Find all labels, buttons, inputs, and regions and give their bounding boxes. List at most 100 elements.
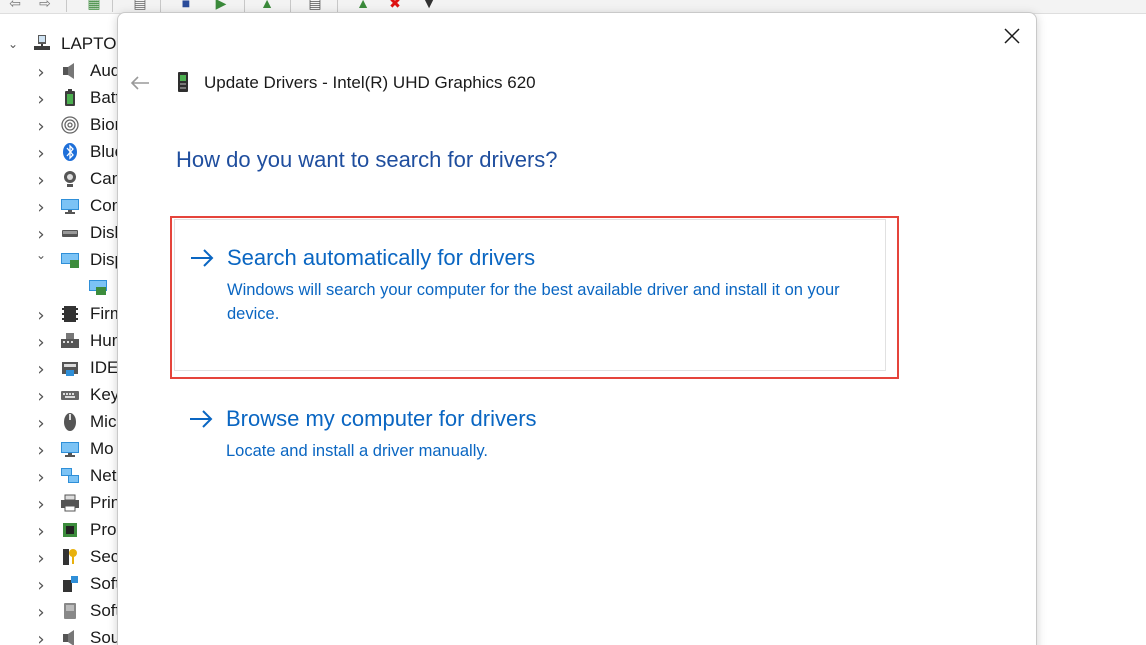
tree-item[interactable]: › Key bbox=[0, 381, 118, 408]
tree-item[interactable]: › Sou bbox=[0, 624, 118, 645]
chevron-right-icon[interactable]: › bbox=[35, 548, 47, 569]
processor-icon bbox=[63, 523, 77, 537]
action-pane-icon[interactable]: ▶ bbox=[210, 0, 232, 12]
show-hide-tree-icon[interactable]: ▦ bbox=[83, 0, 105, 12]
display-adapter-icon bbox=[61, 253, 79, 268]
chevron-right-icon[interactable]: › bbox=[35, 170, 47, 191]
update-drivers-dialog: Update Drivers - Intel(R) UHD Graphics 6… bbox=[117, 12, 1037, 645]
chevron-right-icon[interactable]: › bbox=[35, 332, 47, 353]
back-button[interactable] bbox=[126, 69, 154, 97]
chevron-down-icon[interactable]: ⌄ bbox=[35, 248, 47, 262]
tree-item[interactable]: › Pro bbox=[0, 516, 118, 543]
forward-arrow-icon[interactable]: ⇨ bbox=[34, 0, 56, 12]
computer-icon bbox=[34, 35, 50, 50]
tree-item[interactable]: › Soft bbox=[0, 570, 118, 597]
browse-computer-option[interactable]: Browse my computer for drivers Locate an… bbox=[174, 381, 886, 481]
chevron-right-icon[interactable]: › bbox=[35, 305, 47, 326]
toolbar-separator bbox=[244, 0, 245, 12]
page-heading: How do you want to search for drivers? bbox=[176, 147, 558, 172]
camera-icon bbox=[64, 171, 76, 187]
tree-item[interactable]: › Soft bbox=[0, 597, 118, 624]
search-automatically-option[interactable]: Search automatically for drivers Windows… bbox=[174, 219, 886, 371]
tree-root-row[interactable]: ⌄ LAPTOP bbox=[0, 30, 118, 57]
help-icon[interactable]: ■ bbox=[175, 0, 197, 12]
keyboard-hid-icon bbox=[61, 333, 79, 348]
toolbar-separator bbox=[66, 0, 67, 12]
toolbar-separator bbox=[112, 0, 113, 12]
tree-item-label: Disk bbox=[90, 222, 118, 242]
keyboard-icon bbox=[61, 391, 79, 400]
tree-item-label: Aud bbox=[90, 60, 118, 80]
chevron-right-icon[interactable]: › bbox=[35, 224, 47, 245]
tree-item[interactable]: ⌄ Disp bbox=[0, 246, 118, 273]
chevron-right-icon[interactable]: › bbox=[35, 116, 47, 137]
tree-item[interactable]: › Prin bbox=[0, 489, 118, 516]
chevron-right-icon[interactable]: › bbox=[35, 467, 47, 488]
chevron-right-icon[interactable]: › bbox=[35, 89, 47, 110]
battery-icon bbox=[65, 89, 75, 106]
tree-item[interactable] bbox=[0, 273, 118, 300]
printer-icon bbox=[61, 494, 79, 512]
chevron-right-icon[interactable]: › bbox=[35, 521, 47, 542]
toolbar-separator bbox=[337, 0, 338, 12]
tree-item-label: Prin bbox=[90, 492, 118, 512]
tree-item[interactable]: › Aud bbox=[0, 57, 118, 84]
chevron-right-icon[interactable]: › bbox=[35, 197, 47, 218]
chevron-right-icon[interactable]: › bbox=[35, 359, 47, 380]
option-title: Browse my computer for drivers bbox=[226, 406, 537, 431]
tree-item[interactable]: › Mic bbox=[0, 408, 118, 435]
tree-item[interactable]: › Hum bbox=[0, 327, 118, 354]
chevron-right-icon[interactable]: › bbox=[35, 143, 47, 164]
tree-item-label: Sou bbox=[90, 627, 118, 645]
properties-icon[interactable]: ▤ bbox=[129, 0, 151, 12]
chevron-right-icon[interactable]: › bbox=[35, 440, 47, 461]
chevron-down-icon[interactable]: ⌄ bbox=[7, 37, 19, 51]
tree-item[interactable]: › Biom bbox=[0, 111, 118, 138]
tree-item[interactable]: › Disk bbox=[0, 219, 118, 246]
uninstall-x-icon[interactable]: ✖ bbox=[384, 0, 406, 12]
disk-icon bbox=[62, 230, 78, 237]
add-driver-icon[interactable]: ▲ bbox=[352, 0, 374, 12]
download-circle-icon[interactable]: ▼ bbox=[418, 0, 440, 12]
update-driver-icon[interactable]: ▲ bbox=[256, 0, 278, 12]
device-manager-right-pane bbox=[1036, 28, 1146, 645]
back-arrow-icon[interactable]: ⇦ bbox=[4, 0, 26, 12]
chevron-right-icon[interactable]: › bbox=[35, 602, 47, 623]
close-icon bbox=[1004, 28, 1020, 44]
option-title: Search automatically for drivers bbox=[227, 245, 536, 270]
scan-hardware-icon[interactable]: ▤ bbox=[304, 0, 326, 12]
device-tree: ⌄ LAPTOP › Aud › Batt › Biom › Blue › Cam › Com › Dis… bbox=[0, 28, 118, 645]
close-button[interactable] bbox=[997, 21, 1027, 51]
tree-item[interactable]: › Blue bbox=[0, 138, 118, 165]
chevron-right-icon[interactable]: › bbox=[35, 494, 47, 515]
arrow-right-icon bbox=[190, 410, 213, 428]
tree-item[interactable]: › Mo bbox=[0, 435, 118, 462]
tree-item[interactable]: › Net bbox=[0, 462, 118, 489]
tree-item-label: Com bbox=[90, 195, 118, 215]
tree-item-label: Disp bbox=[90, 249, 118, 269]
chevron-right-icon[interactable]: › bbox=[35, 386, 47, 407]
speaker-icon bbox=[63, 63, 74, 79]
software-component-icon bbox=[63, 576, 78, 592]
tree-item[interactable]: › IDE bbox=[0, 354, 118, 381]
bluetooth-icon bbox=[63, 143, 77, 161]
tree-item[interactable]: › Sec bbox=[0, 543, 118, 570]
toolbar-separator bbox=[160, 0, 161, 12]
chevron-right-icon[interactable]: › bbox=[35, 575, 47, 596]
back-arrow-icon bbox=[130, 76, 149, 90]
tree-item-label: Blue bbox=[90, 141, 118, 161]
chevron-right-icon[interactable]: › bbox=[35, 62, 47, 83]
chevron-right-icon[interactable]: › bbox=[35, 413, 47, 434]
tree-item[interactable]: › Batt bbox=[0, 84, 118, 111]
fingerprint-icon bbox=[61, 116, 79, 134]
tree-item-label: Cam bbox=[90, 168, 118, 188]
tree-item[interactable]: › Firm bbox=[0, 300, 118, 327]
security-key-icon bbox=[63, 549, 77, 565]
chevron-right-icon[interactable]: › bbox=[35, 629, 47, 645]
tree-item[interactable]: › Cam bbox=[0, 165, 118, 192]
tree-item[interactable]: › Com bbox=[0, 192, 118, 219]
tree-item-label: Pro bbox=[90, 519, 117, 539]
tree-item-label: Hum bbox=[90, 330, 118, 350]
tree-item-label: Key bbox=[90, 384, 118, 404]
tree-item-label: Net bbox=[90, 465, 117, 485]
